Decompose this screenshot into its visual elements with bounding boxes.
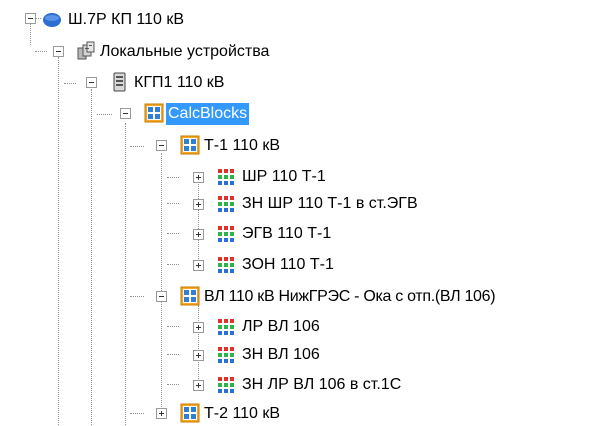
tree-node-label: Локальные устройства	[100, 43, 270, 60]
grid-block-icon	[218, 377, 234, 393]
grid-block-icon	[218, 196, 234, 212]
grid-block-icon	[218, 226, 234, 242]
tree-node-root[interactable]: Ш.7Р КП 110 кВ	[0, 8, 300, 32]
server-icon	[113, 72, 126, 92]
tree-node-label: ШР 110 Т-1	[242, 168, 326, 185]
grid-block-icon	[218, 319, 234, 335]
grid-block-icon	[218, 257, 234, 273]
tree-node-label: Т-2 110 кВ	[204, 405, 281, 422]
collapse-toggle[interactable]	[86, 77, 97, 88]
tree-node-item[interactable]: ЗОН 110 Т-1	[0, 253, 350, 277]
tree-node-calcblocks[interactable]: CalcBlocks	[0, 102, 300, 126]
expand-toggle[interactable]	[193, 380, 204, 391]
tree-node-item[interactable]: ЗН ШР 110 Т-1 в ст.ЭГВ	[0, 192, 418, 216]
tree-node-label: ЭГВ 110 Т-1	[242, 225, 332, 242]
tree-node-label: ВЛ 110 кВ НижГРЭС - Ока с отп.(ВЛ 106)	[204, 288, 496, 305]
block-group-icon	[180, 286, 200, 306]
expand-toggle[interactable]	[193, 322, 204, 333]
tree-node-local-devices[interactable]: Локальные устройства	[0, 40, 400, 64]
tree-view[interactable]: Ш.7Р КП 110 кВ Локальные устройства КГП1…	[0, 0, 615, 425]
tree-node-group[interactable]: Т-2 110 кВ	[0, 402, 300, 426]
expand-toggle[interactable]	[156, 408, 167, 419]
globe-icon	[43, 13, 61, 27]
tree-node-group[interactable]: Т-1 110 кВ	[0, 134, 300, 158]
tree-node-item[interactable]: ЗН ЛР ВЛ 106 в ст.1С	[0, 373, 402, 397]
tree-node-group[interactable]: ВЛ 110 кВ НижГРЭС - Ока с отп.(ВЛ 106)	[0, 285, 615, 309]
tree-node-item[interactable]: ЭГВ 110 Т-1	[0, 222, 350, 246]
tree-node-item[interactable]: ЛР ВЛ 106	[0, 315, 350, 339]
tree-node-label: ЗН ШР 110 Т-1 в ст.ЭГВ	[242, 195, 418, 212]
tree-node-label: ЗОН 110 Т-1	[242, 256, 334, 273]
expand-toggle[interactable]	[193, 229, 204, 240]
tree-node-label: CalcBlocks	[166, 103, 250, 125]
expand-toggle[interactable]	[193, 172, 204, 183]
collapse-toggle[interactable]	[156, 291, 167, 302]
tree-node-label: ЗН ВЛ 106	[242, 346, 320, 363]
devices-icon	[77, 41, 95, 60]
expand-toggle[interactable]	[193, 350, 204, 361]
block-group-icon	[144, 103, 164, 123]
collapse-toggle[interactable]	[53, 46, 64, 57]
block-group-icon	[180, 403, 200, 423]
tree-node-label: Ш.7Р КП 110 кВ	[68, 11, 185, 28]
tree-node-label: ЗН ЛР ВЛ 106 в ст.1С	[242, 376, 402, 393]
expand-toggle[interactable]	[193, 199, 204, 210]
grid-block-icon	[218, 347, 234, 363]
tree-node-item[interactable]: ЗН ВЛ 106	[0, 343, 350, 367]
collapse-toggle[interactable]	[25, 13, 36, 24]
collapse-toggle[interactable]	[156, 140, 167, 151]
tree-node-device[interactable]: КГП1 110 кВ	[0, 71, 300, 95]
tree-node-item[interactable]: ШР 110 Т-1	[0, 165, 350, 189]
expand-toggle[interactable]	[193, 260, 204, 271]
tree-node-label: Т-1 110 кВ	[204, 137, 281, 154]
grid-block-icon	[218, 169, 234, 185]
block-group-icon	[180, 135, 200, 155]
tree-node-label: КГП1 110 кВ	[134, 74, 225, 91]
tree-node-label: ЛР ВЛ 106	[242, 318, 320, 335]
collapse-toggle[interactable]	[120, 108, 131, 119]
